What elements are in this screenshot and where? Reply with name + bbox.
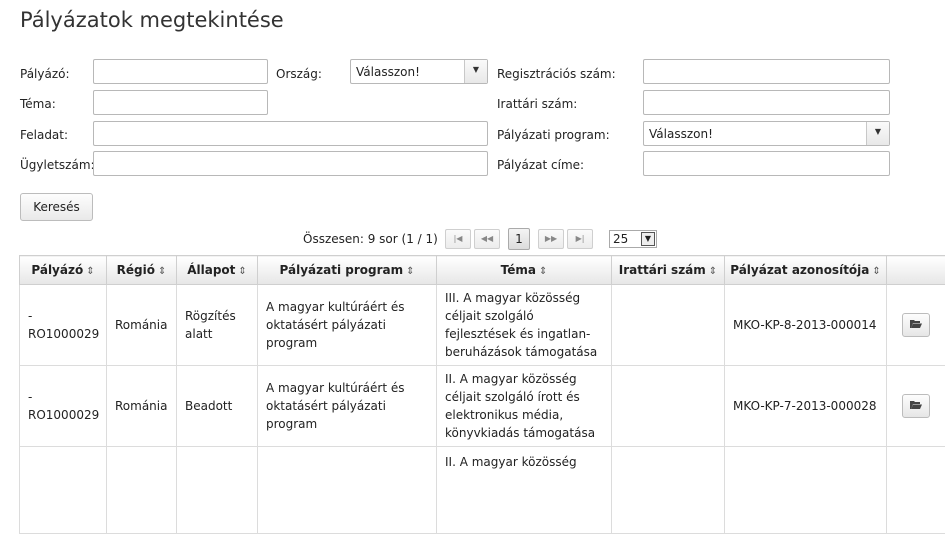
header-irattari[interactable]: Irattári szám⇕ (612, 256, 725, 285)
program-label: Pályázati program: (497, 128, 610, 142)
sort-updown-icon: ⇕ (406, 266, 414, 277)
header-actions (887, 256, 945, 285)
cell-status: Rögzítés alatt (177, 285, 258, 366)
cell-id: MKO-KP-7-2013-000028 (725, 366, 887, 447)
orszag-select-value: Válasszon! (356, 65, 420, 79)
cell-topic: II. A magyar közösség (437, 447, 612, 534)
open-button[interactable] (902, 313, 930, 337)
folder-open-icon (910, 400, 922, 410)
program-select[interactable]: Válasszon! ▼ (643, 121, 890, 146)
iratt-input[interactable] (643, 90, 890, 115)
cell-status (177, 447, 258, 534)
ugyletszam-label: Ügyletszám: (20, 158, 95, 172)
cell-region (107, 447, 177, 534)
palyazo-label: Pályázó: (20, 67, 70, 81)
pager-last-button[interactable]: ▶| (567, 229, 593, 249)
pager-current-page[interactable]: 1 (508, 228, 530, 250)
feladat-input[interactable] (93, 121, 488, 146)
cime-label: Pályázat címe: (497, 158, 584, 172)
sort-updown-icon: ⇕ (158, 266, 166, 277)
table-row: - RO1000029 Románia Beadott A magyar kul… (20, 366, 945, 447)
sort-updown-icon: ⇕ (872, 266, 880, 277)
rows-per-page-value: 25 (613, 232, 628, 246)
cell-region: Románia (107, 366, 177, 447)
pager-prev-button[interactable]: ◀◀ (474, 229, 500, 249)
cell-applicant: - RO1000029 (20, 285, 107, 366)
cime-input[interactable] (643, 151, 890, 176)
cell-actions (887, 447, 945, 534)
pager-next-button[interactable]: ▶▶ (538, 229, 564, 249)
header-azonosito[interactable]: Pályázat azonosítója⇕ (725, 256, 887, 285)
tema-label: Téma: (20, 97, 56, 111)
search-button[interactable]: Keresés (20, 193, 93, 221)
sort-updown-icon: ⇕ (238, 266, 246, 277)
cell-id (725, 447, 887, 534)
cell-region: Románia (107, 285, 177, 366)
triangle-down-icon: ▼ (866, 122, 889, 145)
header-palyazo[interactable]: Pályázó⇕ (20, 256, 107, 285)
cell-topic: II. A magyar közösség céljait szolgáló í… (437, 366, 612, 447)
table-row: II. A magyar közösség (20, 447, 945, 534)
header-allapot[interactable]: Állapot⇕ (177, 256, 258, 285)
feladat-label: Feladat: (20, 128, 68, 142)
ugyletszam-input[interactable] (93, 151, 488, 176)
header-program[interactable]: Pályázati program⇕ (258, 256, 437, 285)
open-button[interactable] (902, 394, 930, 418)
orszag-label: Ország: (276, 67, 322, 81)
cell-program (258, 447, 437, 534)
cell-applicant: - RO1000029 (20, 366, 107, 447)
cell-program: A magyar kultúráért és oktatásért pályáz… (258, 285, 437, 366)
iratt-label: Irattári szám: (497, 97, 577, 111)
sort-updown-icon: ⇕ (709, 266, 717, 277)
orszag-select[interactable]: Válasszon! ▼ (350, 59, 488, 84)
table-row: - RO1000029 Románia Rögzítés alatt A mag… (20, 285, 945, 366)
reg-input[interactable] (643, 59, 890, 84)
cell-program: A magyar kultúráért és oktatásért pályáz… (258, 366, 437, 447)
page-title: Pályázatok megtekintése (20, 8, 284, 32)
header-regio[interactable]: Régió⇕ (107, 256, 177, 285)
sort-updown-icon: ⇕ (86, 266, 94, 277)
pager-first-button[interactable]: |◀ (445, 229, 471, 249)
folder-open-icon (910, 319, 922, 329)
cell-id: MKO-KP-8-2013-000014 (725, 285, 887, 366)
cell-archive (612, 366, 725, 447)
cell-archive (612, 285, 725, 366)
pager-summary: Összesen: 9 sor (1 / 1) (303, 232, 438, 246)
palyazo-input[interactable] (93, 59, 268, 84)
tema-input[interactable] (93, 90, 268, 115)
header-tema[interactable]: Téma⇕ (437, 256, 612, 285)
cell-status: Beadott (177, 366, 258, 447)
sort-updown-icon: ⇕ (539, 266, 547, 277)
program-select-value: Válasszon! (649, 127, 713, 141)
cell-topic: III. A magyar közösség céljait szolgáló … (437, 285, 612, 366)
cell-actions (887, 285, 945, 366)
reg-label: Regisztrációs szám: (497, 67, 616, 81)
rows-per-page-select[interactable]: 25 ▼ (609, 230, 657, 248)
cell-actions (887, 366, 945, 447)
triangle-down-icon: ▼ (641, 232, 655, 246)
cell-applicant (20, 447, 107, 534)
results-table: Pályázó⇕ Régió⇕ Állapot⇕ Pályázati progr… (19, 255, 945, 534)
table-header-row: Pályázó⇕ Régió⇕ Állapot⇕ Pályázati progr… (20, 256, 945, 285)
cell-archive (612, 447, 725, 534)
triangle-down-icon: ▼ (464, 60, 487, 83)
